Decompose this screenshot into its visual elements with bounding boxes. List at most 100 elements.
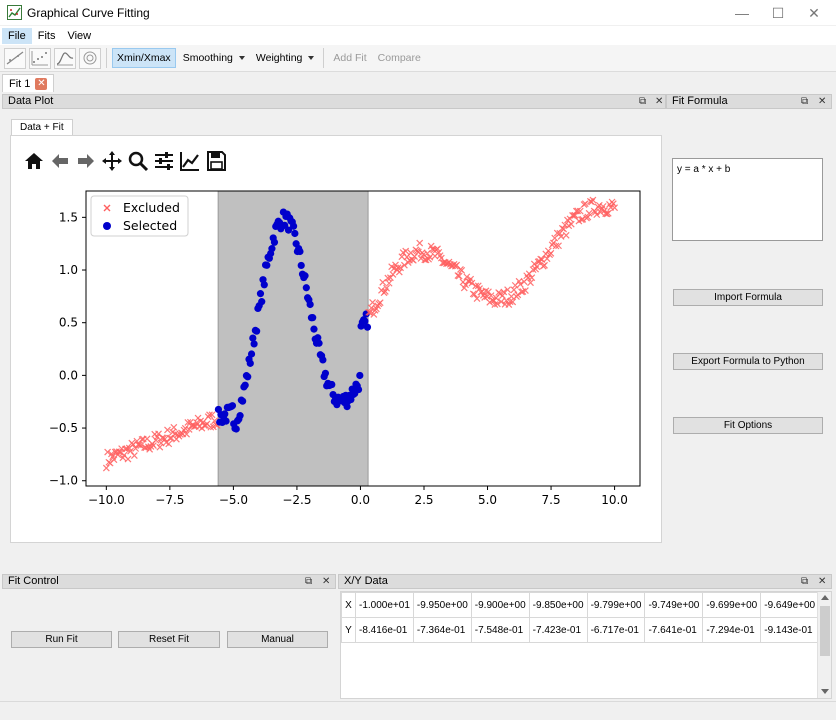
selected-point xyxy=(296,247,304,256)
tab-fit-1[interactable]: Fit 1 ✕ xyxy=(2,74,55,92)
manual-button[interactable]: Manual xyxy=(227,631,328,648)
add-fit-button[interactable]: Add Fit xyxy=(329,49,370,67)
table-cell[interactable]: -9.749e+00 xyxy=(644,592,704,618)
y-tick-label: 1.0 xyxy=(59,263,78,277)
run-fit-button[interactable]: Run Fit xyxy=(11,631,112,648)
y-tick-label: 1.5 xyxy=(59,210,78,224)
curve-plot-icon[interactable] xyxy=(54,47,76,69)
fit-control-title: Fit Control xyxy=(8,575,59,587)
selected-point xyxy=(253,327,261,335)
data-plot-title: Data Plot xyxy=(8,95,54,107)
close-tab-icon[interactable]: ✕ xyxy=(35,77,48,90)
x-tick-label: 2.5 xyxy=(414,493,433,507)
scrollbar-thumb[interactable] xyxy=(820,606,830,656)
table-cell[interactable]: -9.699e+00 xyxy=(702,592,762,618)
selected-point xyxy=(301,272,309,280)
selected-point xyxy=(228,402,237,410)
selected-point xyxy=(363,323,372,331)
fit-options-button[interactable]: Fit Options xyxy=(673,417,823,434)
table-cell[interactable]: -7.423e-01 xyxy=(528,617,588,643)
close-icon[interactable]: ✕ xyxy=(322,575,330,588)
fit-formula-dock-title: Fit Formula ⧉ ✕ xyxy=(666,94,832,109)
table-cell[interactable]: -1.000e+01 xyxy=(355,592,414,618)
x-tick-label: −7.5 xyxy=(155,493,184,507)
table-cell[interactable]: -9.850e+00 xyxy=(528,592,588,618)
export-formula-button[interactable]: Export Formula to Python xyxy=(673,353,823,370)
x-tick-label: 5.0 xyxy=(478,493,497,507)
chevron-down-icon xyxy=(308,56,315,61)
table-cell[interactable]: -7.548e-01 xyxy=(470,617,530,643)
table-cell[interactable]: -9.649e+00 xyxy=(760,592,820,618)
float-icon[interactable]: ⧉ xyxy=(801,95,808,108)
selected-point xyxy=(222,417,230,425)
tab-data-fit[interactable]: Data + Fit xyxy=(11,119,73,136)
selected-point xyxy=(260,281,268,289)
scatter-plot-icon[interactable] xyxy=(29,47,51,69)
scroll-up-icon[interactable] xyxy=(821,595,829,600)
app-icon xyxy=(7,5,22,20)
selected-point xyxy=(310,325,318,333)
selected-point xyxy=(354,385,363,394)
scroll-down-icon[interactable] xyxy=(821,689,829,694)
y-tick-label: 0.0 xyxy=(59,368,78,382)
table-cell[interactable]: -7.641e-01 xyxy=(644,617,704,643)
line-plot-icon[interactable] xyxy=(4,47,26,69)
title-bar: Graphical Curve Fitting — ☐ ✕ xyxy=(0,0,836,26)
row-header-y[interactable]: Y xyxy=(341,617,356,643)
weighting-dropdown[interactable]: Weighting xyxy=(252,49,319,67)
table-cell[interactable]: -8.416e-01 xyxy=(355,617,414,643)
legend-selected-marker xyxy=(103,222,111,230)
selected-point xyxy=(236,412,244,420)
table-cell[interactable]: -9.950e+00 xyxy=(412,592,472,618)
xmin-xmax-button[interactable]: Xmin/Xmax xyxy=(112,48,176,68)
table-cell[interactable]: -6.717e-01 xyxy=(586,617,646,643)
toolbar: Xmin/Xmax Smoothing Weighting Add Fit Co… xyxy=(0,45,836,72)
float-icon[interactable]: ⧉ xyxy=(305,575,312,588)
close-icon[interactable]: ✕ xyxy=(818,575,826,588)
selected-point xyxy=(306,300,314,309)
table-cell[interactable]: -7.294e-01 xyxy=(702,617,762,643)
target-icon[interactable] xyxy=(79,47,101,69)
vertical-scrollbar[interactable] xyxy=(817,592,831,698)
data-plot-chart[interactable]: −10.0 −7.5 −5.0 −2.5 0.0 2.5 5.0 7.5 10.0 −1.0 −0.… xyxy=(11,136,663,544)
close-icon[interactable]: ✕ xyxy=(655,95,663,108)
compare-button[interactable]: Compare xyxy=(374,49,425,67)
table-cell[interactable]: -7.364e-01 xyxy=(412,617,472,643)
x-tick-label: −2.5 xyxy=(282,493,311,507)
menu-file[interactable]: File xyxy=(2,27,32,44)
menu-view[interactable]: View xyxy=(61,28,97,44)
menu-bar: File Fits View xyxy=(0,26,836,45)
chevron-down-icon xyxy=(238,56,245,61)
table-cell[interactable]: -9.900e+00 xyxy=(470,592,530,618)
import-formula-button[interactable]: Import Formula xyxy=(673,289,823,306)
formula-editor[interactable]: y = a * x + b xyxy=(672,158,823,241)
selected-point xyxy=(321,369,330,377)
table-row: X -1.000e+01 -9.950e+00 -9.900e+00 -9.85… xyxy=(341,592,820,618)
selected-point xyxy=(263,261,271,269)
close-window-button[interactable]: ✕ xyxy=(792,0,836,26)
close-icon[interactable]: ✕ xyxy=(818,95,826,108)
float-icon[interactable]: ⧉ xyxy=(639,95,646,108)
x-tick-label: 10.0 xyxy=(601,493,628,507)
menu-fits[interactable]: Fits xyxy=(32,28,62,44)
selected-point xyxy=(270,238,279,246)
selected-point xyxy=(247,350,256,358)
float-icon[interactable]: ⧉ xyxy=(801,575,808,588)
xy-data-dock-title: X/Y Data ⧉ ✕ xyxy=(338,574,832,589)
table-cell[interactable]: -9.799e+00 xyxy=(586,592,646,618)
fit-formula-title: Fit Formula xyxy=(672,95,728,107)
x-tick-label: −10.0 xyxy=(88,493,125,507)
selected-point xyxy=(258,298,266,306)
selected-point xyxy=(356,371,364,380)
reset-fit-button[interactable]: Reset Fit xyxy=(118,631,220,648)
selected-point xyxy=(315,339,323,347)
y-tick-label: −1.0 xyxy=(49,474,78,488)
selected-point xyxy=(250,340,258,348)
xy-data-title: X/Y Data xyxy=(344,575,388,587)
selected-point xyxy=(241,381,249,389)
row-header-x[interactable]: X xyxy=(341,592,356,618)
table-row: Y -8.416e-01 -7.364e-01 -7.548e-01 -7.42… xyxy=(341,617,820,643)
smoothing-dropdown[interactable]: Smoothing xyxy=(179,49,249,67)
selected-point xyxy=(239,397,247,405)
table-cell[interactable]: -9.143e-01 xyxy=(760,617,820,643)
